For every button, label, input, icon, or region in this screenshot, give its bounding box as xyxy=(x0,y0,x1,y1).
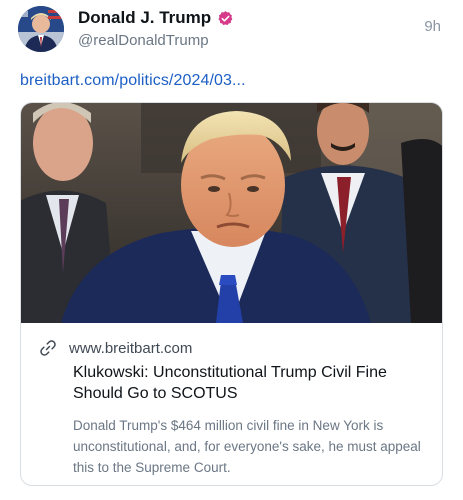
avatar-image xyxy=(18,6,64,52)
link-preview-card[interactable]: www.breitbart.com Klukowski: Unconstitut… xyxy=(20,102,443,486)
post-link[interactable]: breitbart.com/politics/2024/03... xyxy=(20,72,246,90)
link-preview-image xyxy=(21,103,442,323)
link-preview-title[interactable]: Klukowski: Unconstitutional Trump Civil … xyxy=(73,362,423,404)
avatar[interactable] xyxy=(18,6,64,52)
author-name-row: Donald J. Trump xyxy=(78,8,234,28)
author-handle[interactable]: @realDonaldTrump xyxy=(78,32,209,49)
link-icon xyxy=(39,339,57,357)
link-preview-description: Donald Trump's $464 million civil fine i… xyxy=(73,418,421,475)
post-timestamp[interactable]: 9h xyxy=(424,18,441,35)
link-preview-domain: www.breitbart.com xyxy=(69,339,193,357)
link-preview-body: www.breitbart.com Klukowski: Unconstitut… xyxy=(21,323,442,485)
author-display-name[interactable]: Donald J. Trump xyxy=(78,8,211,28)
post: Donald J. Trump @realDonaldTrump 9h brei… xyxy=(0,0,463,500)
link-preview-domain-row: www.breitbart.com xyxy=(39,339,192,357)
verified-badge-icon xyxy=(217,10,234,27)
